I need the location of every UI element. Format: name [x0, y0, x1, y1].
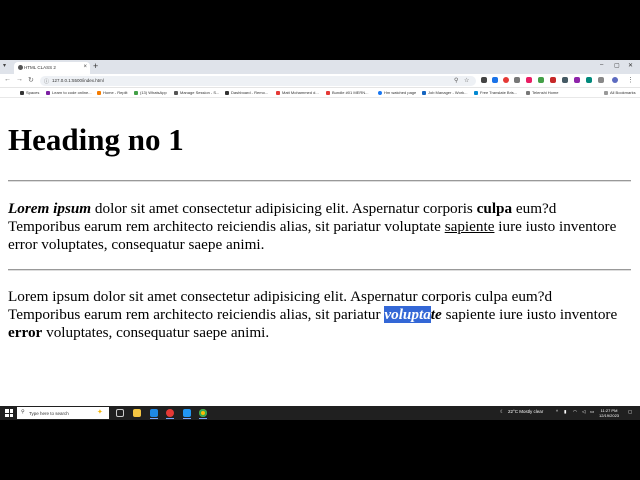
- vscode-icon[interactable]: [183, 409, 191, 417]
- bookmark-star-icon[interactable]: ☆: [464, 77, 469, 84]
- zoom-icon[interactable]: ⚲: [454, 77, 458, 84]
- search-highlight-icon: ✦: [97, 409, 103, 416]
- bookmarks-bar: Spaces Learn to code online... Home - Re…: [0, 88, 640, 98]
- tab-active[interactable]: HTML CLASS 2 ×: [14, 62, 90, 74]
- bookmark-item[interactable]: Free Translate Bris...: [474, 90, 517, 95]
- bookmark-item[interactable]: Manage Session - S...: [174, 90, 219, 95]
- extension-icon[interactable]: [586, 77, 592, 83]
- address-text: 127.0.0.1:5500/index.html: [52, 78, 104, 83]
- windows-taskbar: ⚲ Type here to search ✦ ☾ 22°C Mostly cl…: [0, 406, 640, 420]
- new-tab-icon[interactable]: +: [93, 61, 98, 71]
- paragraph-2: Lorem ipsum dolor sit amet consectetur a…: [8, 288, 618, 341]
- active-indicator: [150, 418, 158, 419]
- extension-icon[interactable]: [538, 77, 544, 83]
- weather-text[interactable]: 22°C Mostly clear: [508, 409, 543, 414]
- extension-icon[interactable]: [503, 77, 509, 83]
- profile-avatar[interactable]: [612, 77, 618, 83]
- browser-window: ▾ HTML CLASS 2 × + – ▢ ✕ ← → ↻ ⓘ 127.0.0…: [0, 60, 640, 420]
- extension-icon[interactable]: [562, 77, 568, 83]
- clock-date: 12/19/2023: [599, 413, 620, 418]
- language-icon[interactable]: ▭: [590, 409, 594, 415]
- site-info-icon[interactable]: ⓘ: [44, 78, 49, 85]
- bold-word: culpa: [476, 200, 513, 217]
- tray-chevron-icon[interactable]: ^: [556, 409, 558, 414]
- selected-text[interactable]: volupta: [384, 306, 431, 323]
- bold-word: error: [8, 324, 43, 341]
- active-indicator: [166, 418, 174, 419]
- paragraph-lead: Lorem ipsum: [8, 200, 92, 217]
- address-bar[interactable]: ⓘ 127.0.0.1:5500/index.html ⚲ ☆: [40, 76, 476, 86]
- bookmark-item[interactable]: Dashboard - Remo...: [225, 90, 268, 95]
- horizontal-rule: [8, 180, 631, 182]
- bookmark-item[interactable]: Home - Replit: [97, 90, 127, 95]
- horizontal-rule: [8, 269, 631, 271]
- wifi-icon[interactable]: ◠: [573, 409, 577, 415]
- notifications-icon[interactable]: ▢: [628, 409, 632, 415]
- reload-icon[interactable]: ↻: [28, 76, 34, 84]
- app-icon[interactable]: [150, 409, 158, 417]
- page-heading: Heading no 1: [8, 122, 184, 157]
- windows-start-icon[interactable]: [5, 409, 13, 417]
- tab-favicon-icon: [18, 65, 23, 70]
- active-indicator: [199, 418, 207, 419]
- task-view-icon[interactable]: [116, 409, 124, 417]
- bookmark-item[interactable]: Bundle #01 MERN...: [326, 90, 368, 95]
- extension-icon[interactable]: [550, 77, 556, 83]
- page-content: Heading no 1 Lorem ipsum dolor sit amet …: [0, 98, 640, 406]
- network-icon[interactable]: ▮: [564, 409, 566, 415]
- taskbar-clock[interactable]: 11:27 PM 12/19/2023: [599, 408, 619, 418]
- tab-close-icon[interactable]: ×: [83, 64, 87, 70]
- file-explorer-icon[interactable]: [133, 409, 141, 417]
- opera-icon[interactable]: [166, 409, 174, 417]
- search-icon: ⚲: [21, 409, 25, 415]
- bookmark-item[interactable]: Hm watched page: [378, 90, 416, 95]
- bookmark-item[interactable]: Matt Mohammed d...: [276, 90, 319, 95]
- volume-icon[interactable]: ◁: [582, 409, 585, 415]
- browser-menu-icon[interactable]: ⋮: [627, 76, 634, 84]
- tab-strip: ▾ HTML CLASS 2 × + – ▢ ✕: [0, 60, 640, 74]
- minimize-icon[interactable]: –: [600, 62, 603, 68]
- extensions-puzzle-icon[interactable]: [598, 77, 604, 83]
- close-window-icon[interactable]: ✕: [628, 62, 633, 69]
- bookmark-item[interactable]: Job Manager - Work...: [422, 90, 468, 95]
- extension-icon[interactable]: [574, 77, 580, 83]
- extension-icon[interactable]: [492, 77, 498, 83]
- all-bookmarks-button[interactable]: All Bookmarks: [604, 90, 636, 95]
- tab-title: HTML CLASS 2: [24, 65, 56, 70]
- active-indicator: [183, 418, 191, 419]
- paragraph-1: Lorem ipsum dolor sit amet consectetur a…: [8, 200, 617, 253]
- tab-search-icon[interactable]: ▾: [3, 62, 6, 69]
- bookmark-item[interactable]: Telenshi Home: [526, 90, 558, 95]
- maximize-icon[interactable]: ▢: [614, 62, 620, 69]
- chrome-icon[interactable]: [199, 409, 207, 417]
- extension-icon[interactable]: [526, 77, 532, 83]
- bookmark-item[interactable]: (13) WhatsApp: [134, 90, 167, 95]
- back-icon[interactable]: ←: [4, 76, 11, 83]
- bookmark-item[interactable]: Learn to code online...: [46, 90, 92, 95]
- taskbar-search-box[interactable]: ⚲ Type here to search ✦: [17, 407, 109, 419]
- bookmark-item[interactable]: Spaces: [20, 90, 39, 95]
- browser-toolbar: ← → ↻ ⓘ 127.0.0.1:5500/index.html ⚲ ☆ ⋮: [0, 74, 640, 88]
- extension-icon[interactable]: [481, 77, 487, 83]
- forward-icon[interactable]: →: [16, 76, 23, 83]
- taskbar-search-placeholder: Type here to search: [29, 410, 69, 416]
- weather-icon[interactable]: ☾: [500, 409, 504, 415]
- extension-icon[interactable]: [514, 77, 520, 83]
- underlined-word: sapiente: [444, 218, 495, 235]
